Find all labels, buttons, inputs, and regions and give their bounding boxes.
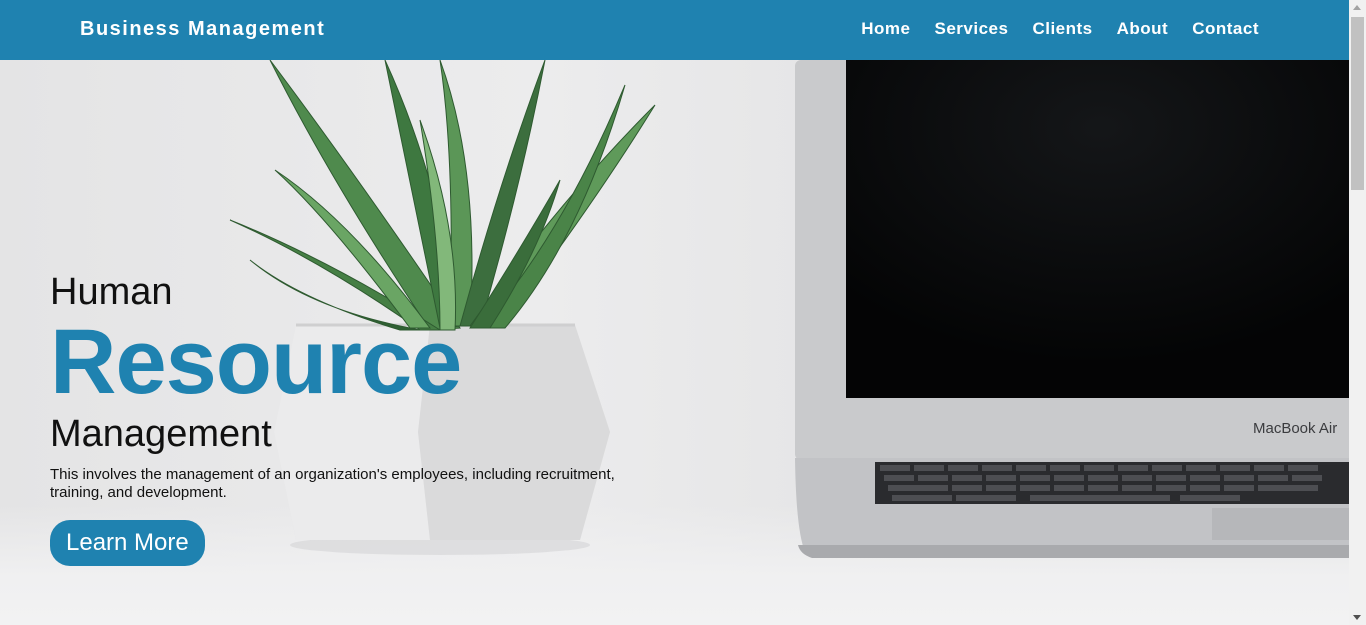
scroll-up-arrow-icon[interactable] bbox=[1353, 5, 1361, 10]
laptop-illustration bbox=[795, 60, 1349, 558]
nav-link-about[interactable]: About bbox=[1117, 19, 1169, 39]
nav-link-contact[interactable]: Contact bbox=[1192, 19, 1259, 39]
page-scrollbar[interactable] bbox=[1349, 0, 1366, 625]
nav-link-home[interactable]: Home bbox=[861, 19, 910, 39]
hero-content: Human Resource Management This involves … bbox=[50, 270, 670, 566]
scrollbar-thumb[interactable] bbox=[1351, 17, 1364, 190]
scroll-down-arrow-icon[interactable] bbox=[1353, 615, 1361, 620]
nav-link-services[interactable]: Services bbox=[934, 19, 1008, 39]
laptop-brand-label: MacBook Air bbox=[1253, 420, 1337, 437]
laptop-brand-text: MacBook Air bbox=[1253, 420, 1337, 437]
top-navbar: Business Management Home Services Client… bbox=[0, 0, 1349, 60]
brand-logo-text[interactable]: Business Management bbox=[80, 18, 325, 41]
hero-heading-line2: Resource bbox=[50, 311, 462, 413]
learn-more-button[interactable]: Learn More bbox=[50, 520, 205, 566]
hero-heading-line1: Human bbox=[50, 271, 173, 313]
hero-description: This involves the management of an organ… bbox=[50, 466, 615, 501]
nav-link-clients[interactable]: Clients bbox=[1032, 19, 1092, 39]
nav-links: Home Services Clients About Contact bbox=[861, 19, 1259, 39]
hero-heading-line3: Management bbox=[50, 413, 272, 455]
hero-section: MacBook Air Human Resource Management Th… bbox=[0, 60, 1349, 625]
